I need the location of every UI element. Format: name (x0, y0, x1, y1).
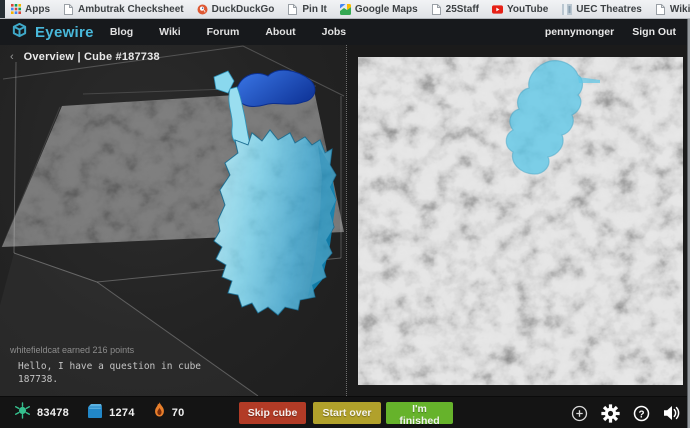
nav-link-forum[interactable]: Forum (207, 26, 240, 38)
eyewire-app-window: Apps Ambutrak Checksheet DuckDuckGo Pin … (0, 0, 690, 428)
cube-count-icon (87, 403, 103, 424)
uec-theatres-icon (561, 4, 572, 15)
main-workspace: ‹ Overview | Cube #187738 whitefieldcat … (0, 45, 690, 396)
sign-out-link[interactable]: Sign Out (632, 26, 676, 38)
bookmark-youtube[interactable]: YouTube (492, 4, 548, 15)
zoom-reticle-button[interactable] (571, 405, 588, 422)
question-mark-glyph: ? (638, 409, 644, 420)
bookmark-label: DuckDuckGo (212, 4, 275, 15)
volume-button[interactable] (663, 405, 681, 421)
bookmark-apps[interactable]: Apps (10, 4, 50, 15)
chat-event-text: whitefieldcat earned 216 points (10, 345, 201, 355)
window-edge (0, 0, 5, 19)
viewer-3d[interactable]: ‹ Overview | Cube #187738 whitefieldcat … (0, 45, 346, 396)
skip-cube-button[interactable]: Skip cube (239, 402, 306, 424)
bookmark-wikipedia[interactable]: Wikipedia (655, 4, 690, 15)
chat-message-line1: Hello, I have a question in cube (18, 360, 201, 373)
bookmark-uec-theatres[interactable]: UEC Theatres (561, 4, 642, 15)
apps-grid-icon (10, 4, 21, 15)
bookmark-25staff[interactable]: 25Staff (431, 4, 479, 15)
bookmark-duckduckgo[interactable]: DuckDuckGo (197, 4, 275, 15)
breadcrumb[interactable]: ‹ Overview | Cube #187738 (10, 51, 160, 63)
eyewire-logo-icon (10, 22, 29, 43)
em-slice-canvas[interactable] (358, 57, 683, 385)
google-maps-icon (340, 4, 351, 15)
cubes-value: 1274 (109, 407, 135, 419)
im-finished-button[interactable]: I'm finished (386, 402, 453, 424)
chat-overlay: whitefieldcat earned 216 points Hello, I… (10, 345, 201, 386)
bookmark-pin-it[interactable]: Pin It (287, 4, 326, 15)
start-over-button[interactable]: Start over (313, 402, 381, 424)
flame-icon (153, 402, 166, 424)
nav-link-jobs[interactable]: Jobs (322, 26, 347, 38)
status-bar: 83478 1274 70 Skip cube Start over I'm f… (0, 396, 690, 428)
points-stat: 83478 (14, 402, 69, 424)
eyewire-home-link[interactable]: Eyewire (10, 22, 94, 43)
eyewire-navbar: Eyewire Blog Wiki Forum About Jobs penny… (0, 19, 690, 45)
bookmark-label: UEC Theatres (576, 4, 642, 15)
help-button[interactable]: ? (633, 405, 650, 422)
bookmark-label: Wikipedia (670, 4, 690, 15)
bookmark-label: Ambutrak Checksheet (78, 4, 184, 15)
bookmark-label: Pin It (302, 4, 326, 15)
page-icon (63, 4, 74, 15)
username-link[interactable]: pennymonger (545, 26, 614, 38)
browser-bookmarks-bar: Apps Ambutrak Checksheet DuckDuckGo Pin … (0, 0, 690, 19)
cube-3d-scene (0, 45, 346, 396)
page-icon (655, 4, 666, 15)
nav-link-blog[interactable]: Blog (110, 26, 133, 38)
streak-stat: 70 (153, 402, 185, 424)
duckduckgo-icon (197, 4, 208, 15)
brand-name: Eyewire (35, 24, 94, 41)
youtube-icon (492, 4, 503, 15)
page-icon (431, 4, 442, 15)
bookmark-label: YouTube (507, 4, 548, 15)
toolbar-icons: ? (571, 397, 681, 428)
bookmark-label: Apps (25, 4, 50, 15)
bookmark-label: Google Maps (355, 4, 418, 15)
bookmark-ambutrak-checksheet[interactable]: Ambutrak Checksheet (63, 4, 184, 15)
player-stats: 83478 1274 70 (14, 397, 193, 428)
nav-links: Blog Wiki Forum About Jobs (110, 26, 346, 38)
bookmark-label: 25Staff (446, 4, 479, 15)
back-chevron-icon[interactable]: ‹ (10, 51, 14, 63)
cubes-stat: 1274 (87, 403, 135, 424)
neuron-points-icon (14, 402, 31, 424)
settings-gear-button[interactable] (601, 404, 620, 423)
bookmark-google-maps[interactable]: Google Maps (340, 4, 418, 15)
nav-link-wiki[interactable]: Wiki (159, 26, 181, 38)
chat-message-line2: 187738. (18, 373, 201, 386)
streak-value: 70 (172, 407, 185, 419)
breadcrumb-label: Overview | Cube #187738 (24, 51, 160, 63)
viewer-2d-panel (346, 45, 690, 396)
neuron-branch-dark-blue (236, 70, 315, 106)
page-icon (287, 4, 298, 15)
points-value: 83478 (37, 407, 69, 419)
nav-link-about[interactable]: About (265, 26, 295, 38)
em-slice-image (358, 57, 683, 385)
